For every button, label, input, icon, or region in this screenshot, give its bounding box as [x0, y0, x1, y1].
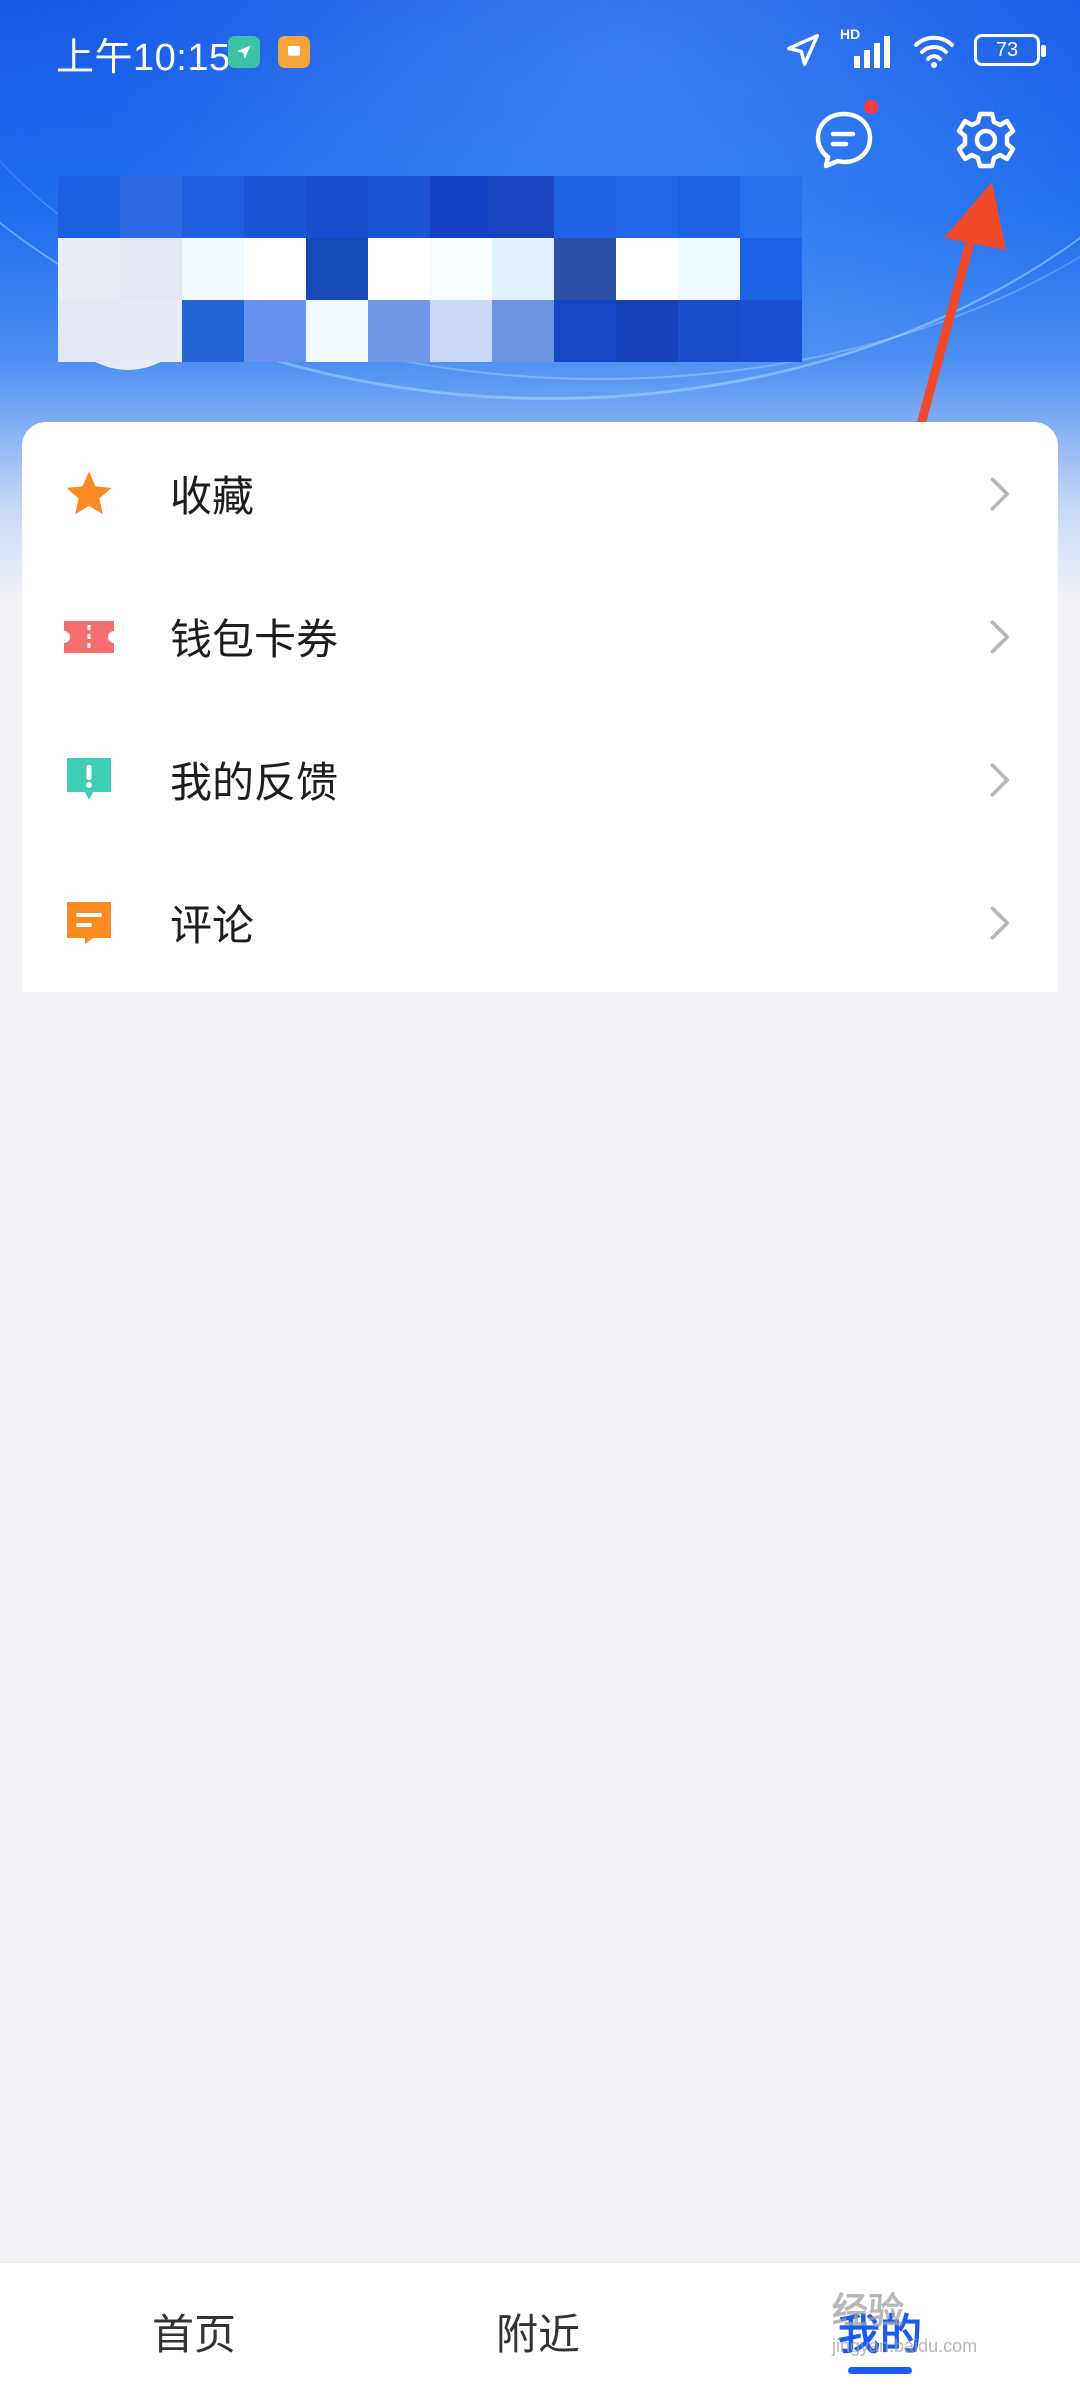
- comment-icon: [60, 894, 118, 952]
- chevron-right-icon: [990, 477, 1009, 510]
- notes-app-icon: [278, 36, 310, 68]
- status-time: 上午10:15: [56, 37, 231, 79]
- menu-item-wallet[interactable]: 钱包卡券: [22, 565, 1058, 708]
- bottom-nav: 首页 附近 我的: [0, 2262, 1080, 2400]
- menu-item-label: 评论: [170, 902, 255, 949]
- cellular-signal-icon: HD: [840, 26, 894, 70]
- profile-info-obscured[interactable]: [58, 176, 802, 362]
- settings-button[interactable]: [954, 108, 1018, 172]
- watermark-url: jingyan.baidu.com: [832, 2336, 978, 2356]
- menu-item-comments[interactable]: 评论: [22, 851, 1058, 994]
- tab-nearby[interactable]: 附近: [438, 2301, 638, 2362]
- battery-level: 73: [995, 38, 1019, 61]
- menu-item-label: 收藏: [170, 473, 255, 520]
- star-icon: [60, 465, 118, 523]
- messages-button[interactable]: [812, 100, 878, 172]
- gear-icon: [956, 111, 1016, 169]
- chat-bubble-icon: [815, 111, 873, 169]
- feedback-icon: [60, 751, 118, 809]
- navigation-app-icon: [228, 36, 260, 68]
- chevron-right-icon: [990, 763, 1009, 796]
- tab-home[interactable]: 首页: [94, 2301, 294, 2362]
- status-indicators: HD 73: [784, 26, 1046, 70]
- watermark: 经验: [832, 2290, 905, 2331]
- wifi-icon: [914, 35, 954, 68]
- menu-item-favorites[interactable]: 收藏: [22, 422, 1058, 565]
- active-tab-indicator: [848, 2367, 912, 2374]
- menu-item-feedback[interactable]: 我的反馈: [22, 708, 1058, 851]
- menu-card: 收藏 钱包卡券 我的反馈 评论: [22, 422, 1058, 992]
- menu-item-label: 钱包卡券: [170, 616, 339, 663]
- chevron-right-icon: [990, 906, 1009, 939]
- chevron-right-icon: [990, 620, 1009, 653]
- battery-indicator: 73: [974, 34, 1046, 66]
- status-bar: 上午10:15 HD 73: [0, 0, 1080, 104]
- notification-badge: [864, 100, 878, 114]
- ticket-icon: [60, 608, 118, 666]
- menu-item-label: 我的反馈: [170, 759, 339, 806]
- location-arrow-icon: [787, 34, 819, 66]
